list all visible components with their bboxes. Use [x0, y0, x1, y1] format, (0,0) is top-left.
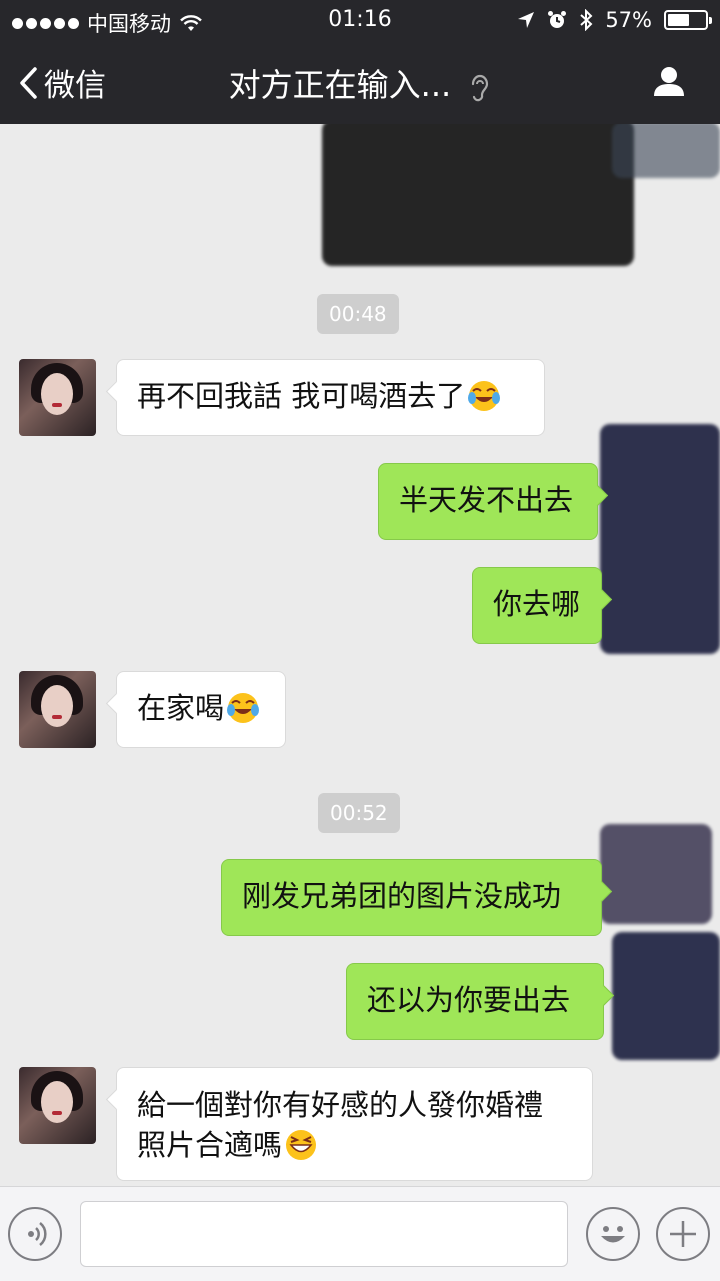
message-bubble-outgoing[interactable]: 刚发兄弟团的图片没成功 — [221, 859, 602, 936]
message-text-line-wrap: 照片合適嗎 — [137, 1125, 572, 1165]
alarm-icon — [548, 11, 567, 28]
status-bar: 中国移动 01:16 57% — [0, 0, 720, 40]
avatar-face — [41, 1081, 73, 1123]
status-right: 57% — [517, 8, 712, 32]
message-text-line: 照片合適嗎 — [137, 1128, 283, 1162]
nav-bar: 微信 对方正在输入... — [0, 40, 720, 124]
battery-percent: 57% — [605, 8, 652, 32]
redaction-scribble — [600, 424, 720, 654]
laugh-cry-emoji-icon — [468, 381, 501, 411]
top-bar: 中国移动 01:16 57% 微信 对方正在输入... — [0, 0, 720, 124]
nav-title-wrap: 对方正在输入... — [0, 60, 720, 106]
message-text: 刚发兄弟团的图片没成功 — [242, 879, 562, 913]
profile-icon[interactable] — [652, 64, 686, 98]
location-icon — [518, 12, 535, 28]
redaction-scribble — [322, 124, 634, 266]
plus-icon — [670, 1221, 696, 1247]
battery-icon — [664, 10, 712, 30]
avatar-lips — [52, 715, 62, 719]
message-text-line: 給一個對你有好感的人發你婚禮 — [137, 1088, 544, 1122]
message-text: 在家喝 — [137, 691, 225, 725]
redaction-scribble — [612, 124, 720, 178]
message-text: 半天发不出去 — [399, 483, 574, 517]
avatar[interactable] — [19, 671, 96, 748]
chat-area[interactable]: 00:48 再不回我話 我可喝酒去了 半天发不出去 你去哪 在家喝 00:52 … — [0, 124, 720, 1186]
avatar-face — [41, 373, 73, 415]
avatar[interactable] — [19, 359, 96, 436]
emoji-button[interactable] — [586, 1207, 640, 1261]
ear-icon — [472, 74, 489, 102]
message-text: 再不回我話 我可喝酒去了 — [137, 379, 466, 413]
message-bubble-outgoing[interactable]: 半天发不出去 — [378, 463, 598, 540]
timestamp: 00:52 — [318, 793, 400, 833]
voice-button[interactable] — [8, 1207, 62, 1261]
message-bubble-outgoing[interactable]: 你去哪 — [472, 567, 602, 644]
grin-emoji-icon — [286, 1130, 317, 1160]
redaction-scribble — [600, 824, 712, 924]
timestamp: 00:48 — [317, 294, 399, 334]
input-bar — [0, 1186, 720, 1281]
message-text: 你去哪 — [493, 587, 581, 621]
bluetooth-icon — [580, 9, 593, 31]
message-bubble-incoming[interactable]: 再不回我話 我可喝酒去了 — [116, 359, 545, 436]
page-title: 对方正在输入... — [228, 66, 452, 104]
message-bubble-incoming[interactable]: 給一個對你有好感的人發你婚禮 照片合適嗎 — [116, 1067, 593, 1181]
message-bubble-incoming[interactable]: 在家喝 — [116, 671, 286, 748]
message-text: 还以为你要出去 — [367, 983, 571, 1017]
avatar-face — [41, 685, 73, 727]
message-bubble-outgoing[interactable]: 还以为你要出去 — [346, 963, 604, 1040]
battery-fill — [668, 14, 689, 26]
message-input[interactable] — [80, 1201, 568, 1267]
plus-button[interactable] — [656, 1207, 710, 1261]
redaction-scribble — [612, 932, 720, 1060]
avatar-lips — [52, 1111, 62, 1115]
avatar-lips — [52, 403, 62, 407]
emoji-icon — [601, 1226, 625, 1243]
laugh-cry-emoji-icon — [227, 693, 260, 723]
voice-icon — [28, 1222, 47, 1246]
avatar[interactable] — [19, 1067, 96, 1144]
